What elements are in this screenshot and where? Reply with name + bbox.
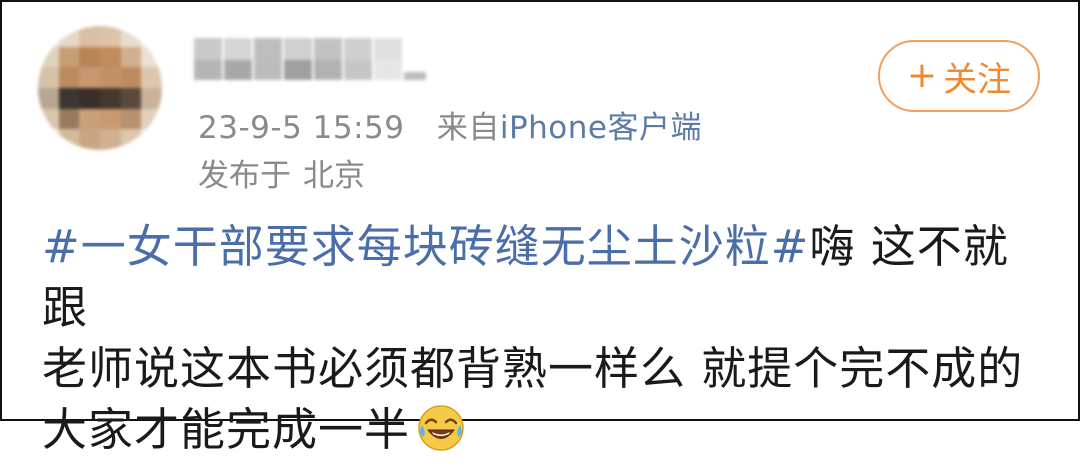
post-content: #一女干部要求每块砖缝无尘土沙粒#嗨 这不就跟 老师说这本书必须都背熟一样么 就…: [42, 216, 1042, 468]
weibo-post-card: 23-9-5 15:59 来自iPhone客户端 发布于 北京 + 关注 #一女干…: [0, 0, 1080, 456]
location-city: 北京: [303, 158, 365, 194]
source-link[interactable]: iPhone客户端: [500, 110, 702, 146]
laughing-crying-emoji-icon: [416, 403, 466, 468]
avatar[interactable]: [38, 26, 162, 150]
content-line-3: 大家才能完成一半: [42, 403, 411, 456]
plus-icon: +: [906, 55, 938, 96]
post-location: 发布于 北京: [198, 150, 365, 195]
follow-button-label: 关注: [943, 59, 1012, 100]
hashtag-link[interactable]: #一女干部要求每块砖缝无尘土沙粒#: [42, 220, 809, 273]
content-line-2: 老师说这本书必须都背熟一样么 就提个完不成的: [42, 342, 1024, 395]
post-meta: 23-9-5 15:59 来自iPhone客户端: [198, 102, 702, 147]
username-blurred[interactable]: [194, 38, 426, 82]
post-time: 23-9-5 15:59: [198, 110, 405, 146]
location-label: 发布于: [198, 158, 291, 194]
follow-button[interactable]: + 关注: [878, 40, 1040, 112]
source-prefix: 来自: [436, 110, 500, 146]
